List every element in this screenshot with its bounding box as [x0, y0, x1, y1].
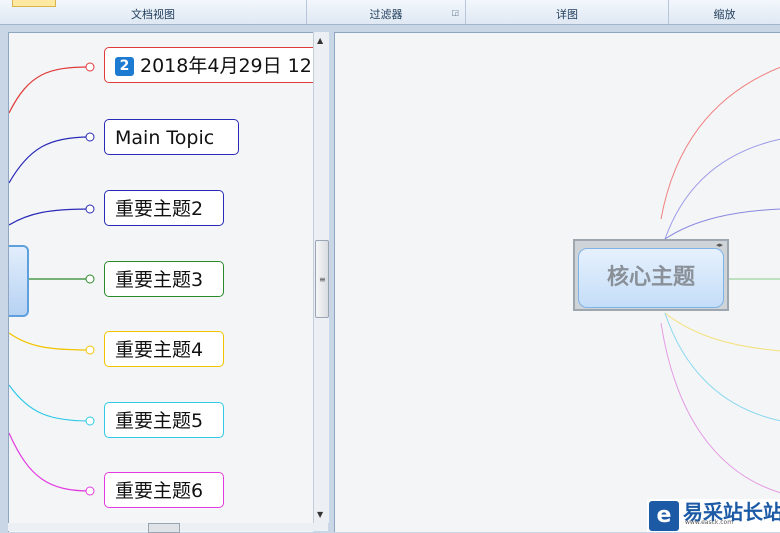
topic-label: 重要主题2 [115, 198, 204, 220]
branch-line [664, 312, 780, 422]
ribbon-group-detail: 详图 [466, 0, 668, 24]
ribbon-group-filter: 过滤器 ◲ [307, 0, 465, 24]
scroll-down-icon[interactable]: ▼ [317, 510, 323, 519]
branch-connector [85, 486, 95, 496]
ribbon-group-document-view: 文档视图 [0, 0, 306, 24]
branch-line [9, 136, 91, 184]
grip-icon: ≡ [319, 275, 326, 284]
branch-line [9, 432, 91, 492]
branch-line [9, 384, 91, 422]
topic-important-6[interactable]: 重要主题6 [104, 472, 224, 508]
central-topic-container[interactable]: ◂▸ 核心主题 [573, 239, 729, 311]
horizontal-scrollbar[interactable] [8, 523, 328, 533]
site-logo-icon: e [649, 501, 679, 531]
ribbon-group-label: 文档视图 [131, 8, 175, 21]
dialog-launcher-icon[interactable]: ◲ [451, 6, 459, 20]
branch-line [660, 66, 780, 220]
branch-connector [85, 416, 95, 426]
mindmap-pane-right[interactable]: ◂▸ 核心主题 e 易采站长站 www.easck.com [334, 32, 780, 532]
ribbon-group-label: 详图 [556, 8, 578, 21]
branch-line [664, 312, 780, 352]
scrollbar-thumb[interactable] [148, 523, 180, 533]
topic-label: Main Topic [115, 127, 215, 149]
topic-label: 重要主题4 [115, 339, 204, 361]
scrollbar-thumb[interactable]: ≡ [315, 240, 329, 318]
vertical-scrollbar[interactable]: ▲ ≡ ▼ [313, 32, 329, 523]
topic-important-3[interactable]: 重要主题3 [104, 261, 224, 297]
mindmap-pane-left[interactable]: 2 2018年4月29日 12 Main Topic 重要主题2 重要主题3 重要… [8, 32, 313, 532]
ribbon: 文档视图 过滤器 ◲ 详图 缩放 [0, 0, 780, 25]
topic-label: 重要主题6 [115, 480, 204, 502]
number-marker-icon: 2 [115, 57, 134, 76]
scroll-up-icon[interactable]: ▲ [317, 36, 323, 45]
branch-line [664, 208, 780, 240]
topic-label: 重要主题5 [115, 410, 204, 432]
branch-connector [85, 274, 95, 284]
ribbon-group-zoom: 缩放 [669, 0, 780, 24]
branch-connector [85, 62, 95, 72]
branch-line [9, 66, 91, 114]
topic-label: 2018年4月29日 12 [140, 55, 312, 77]
watermark: e 易采站长站 www.easck.com [647, 499, 780, 532]
topic-important-2[interactable]: 重要主题2 [104, 190, 224, 226]
topic-label: 重要主题3 [115, 269, 204, 291]
branch-connector [85, 345, 95, 355]
watermark-url: www.easck.com [685, 519, 734, 526]
topic-important-4[interactable]: 重要主题4 [104, 331, 224, 367]
branch-connector [85, 132, 95, 142]
topic-main-topic[interactable]: Main Topic [104, 119, 239, 155]
central-topic-partial[interactable] [9, 245, 29, 317]
topic-date[interactable]: 2 2018年4月29日 12 [104, 47, 313, 83]
ribbon-group-label: 缩放 [713, 8, 736, 21]
branch-line [9, 208, 91, 226]
branch-line [9, 332, 91, 351]
branch-connector [85, 204, 95, 214]
central-topic[interactable]: 核心主题 [578, 248, 724, 308]
topic-important-5[interactable]: 重要主题5 [104, 402, 224, 438]
ribbon-group-label: 过滤器 [369, 8, 403, 21]
